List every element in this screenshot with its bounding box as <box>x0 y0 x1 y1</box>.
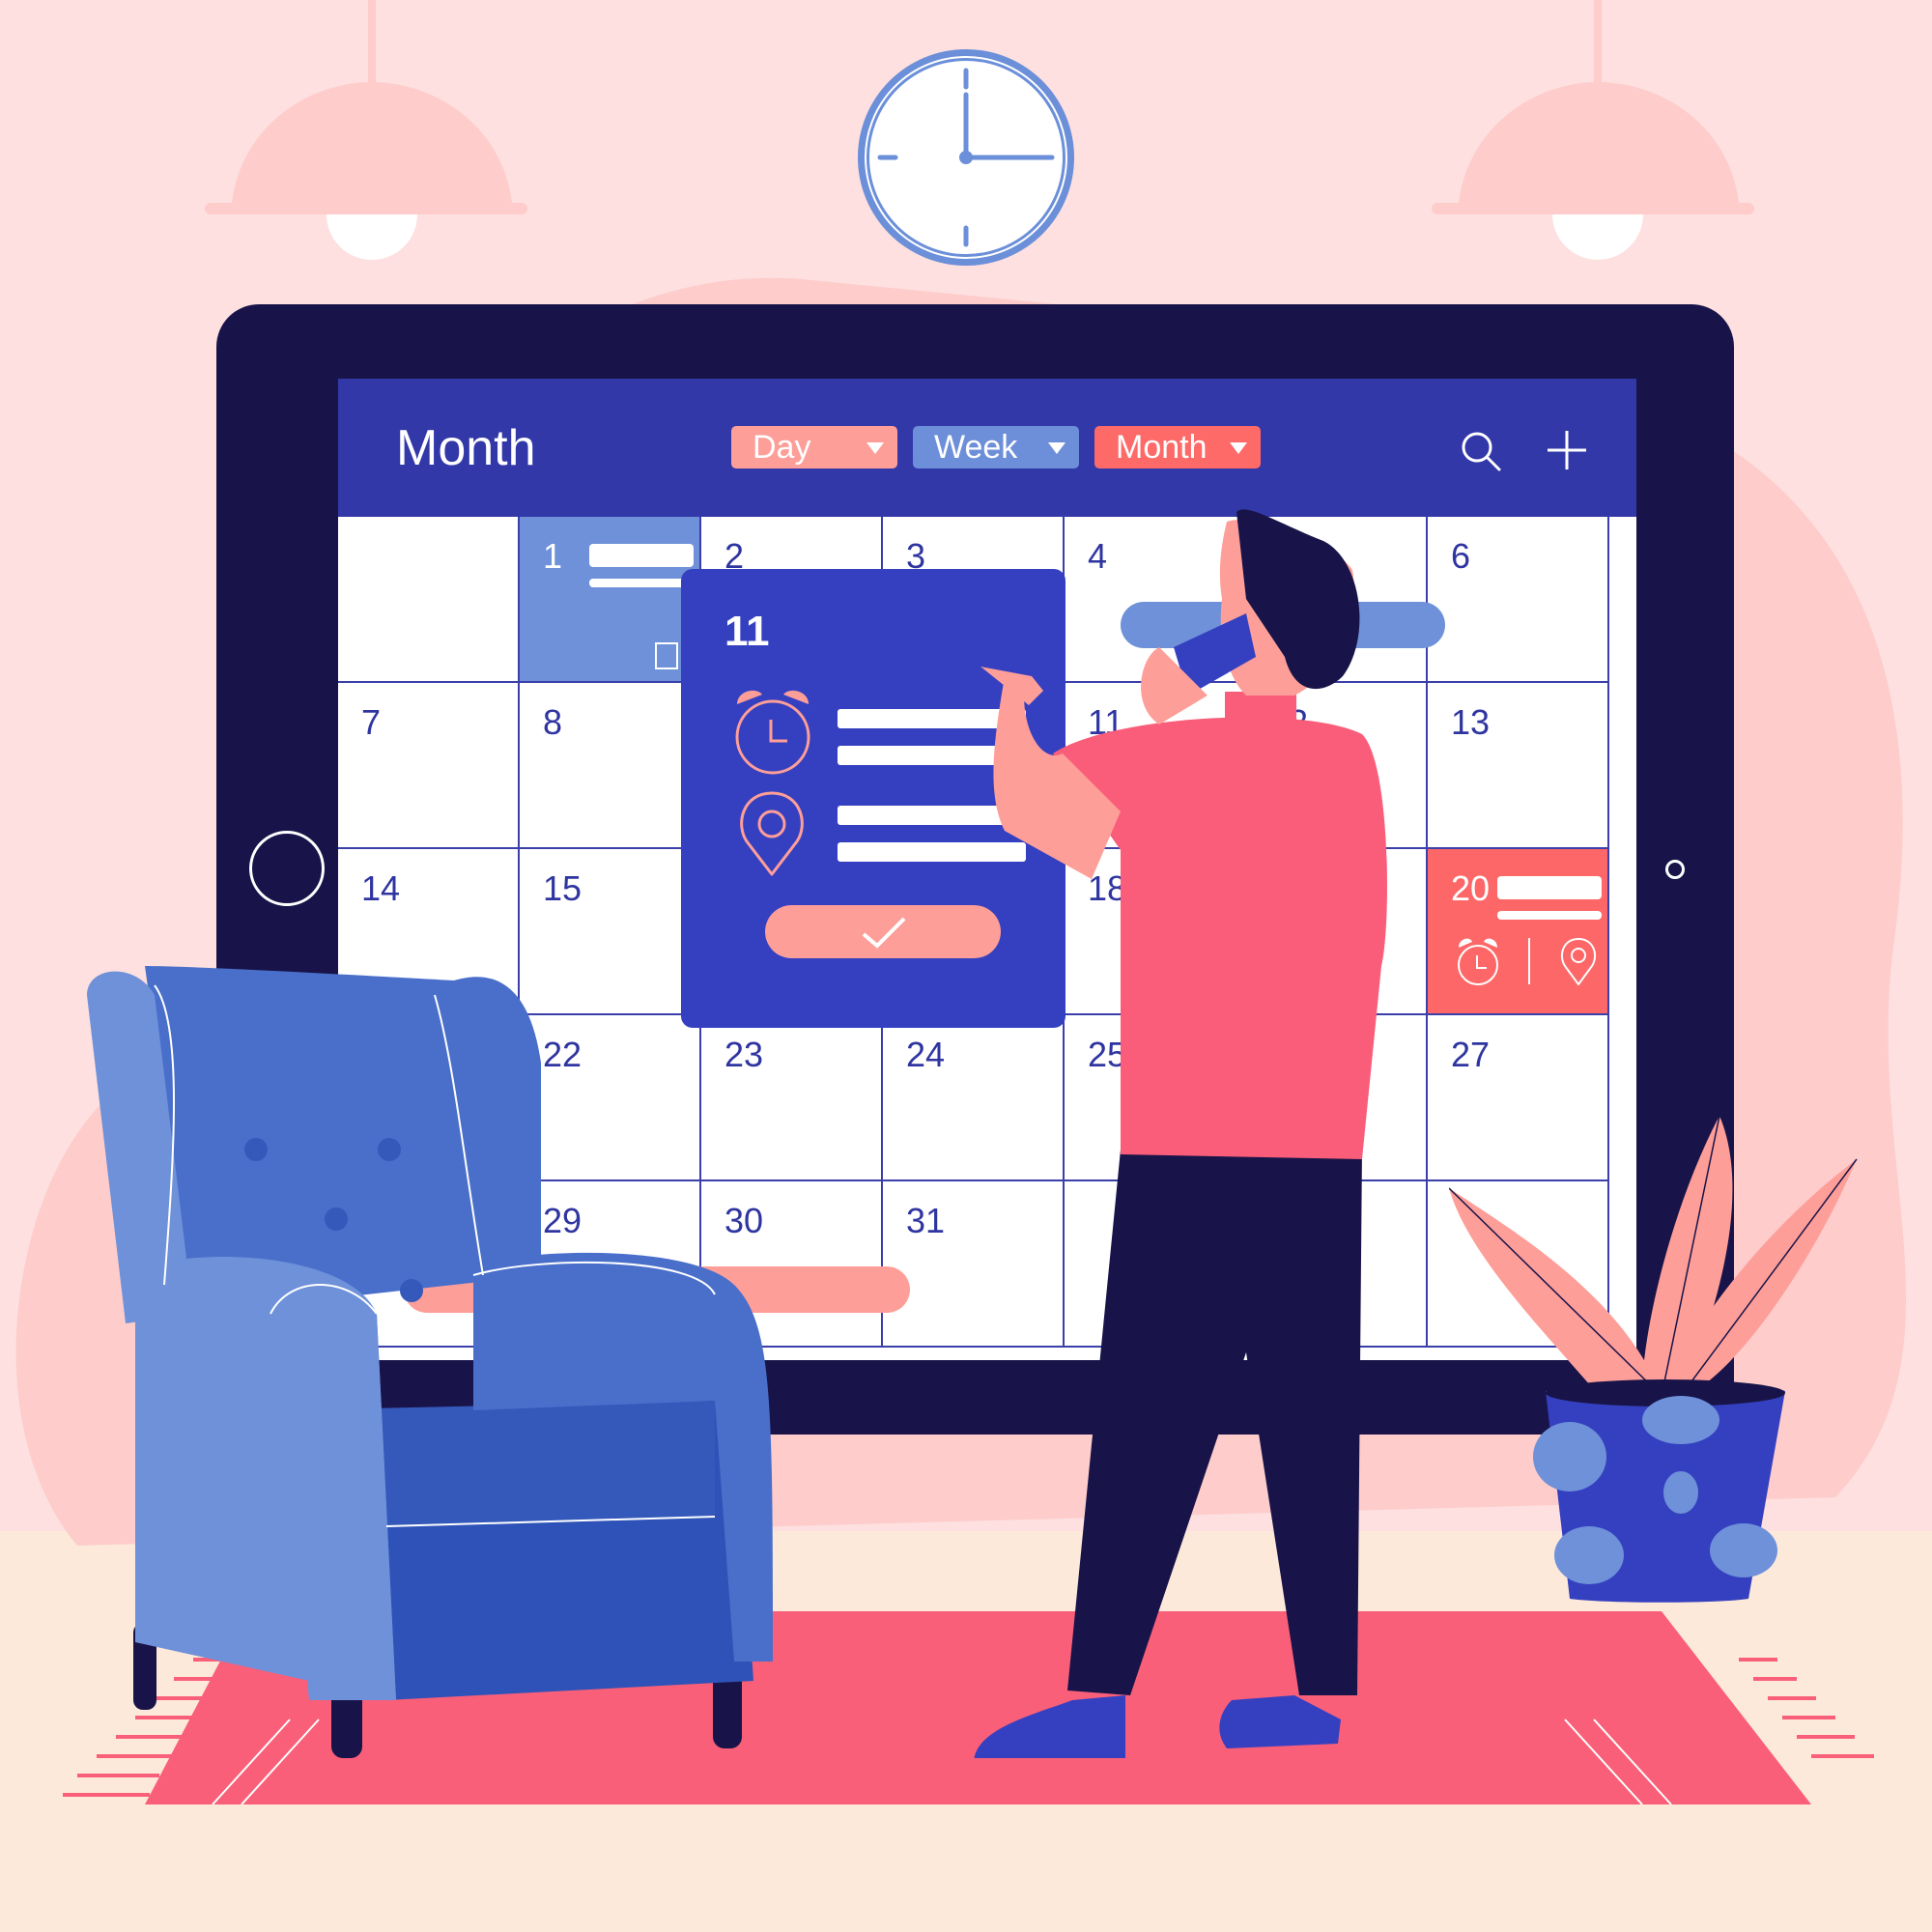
caret-down-icon <box>1230 442 1247 454</box>
view-month-label: Month <box>1116 429 1208 466</box>
event-title-line <box>589 544 694 567</box>
day-number: 27 <box>1451 1035 1491 1074</box>
potted-plant <box>1449 1115 1858 1603</box>
day-number: 14 <box>361 868 401 908</box>
view-day-button[interactable]: Day <box>731 426 897 469</box>
view-week-button[interactable]: Week <box>913 426 1079 469</box>
popup-day-number: 11 <box>724 608 770 655</box>
view-month-button[interactable]: Month <box>1094 426 1261 469</box>
day-number: 31 <box>906 1201 946 1240</box>
day-number: 7 <box>361 702 382 742</box>
day-number: 15 <box>543 868 582 908</box>
caret-down-icon <box>1048 442 1065 454</box>
lamp-left <box>205 0 527 260</box>
day-number: 8 <box>543 702 563 742</box>
calendar-day-cell[interactable]: 13 <box>1428 683 1609 849</box>
day-number: 13 <box>1451 702 1491 742</box>
plus-icon[interactable] <box>1546 429 1588 471</box>
tablet-home-button[interactable] <box>249 831 325 906</box>
calendar-day-cell[interactable]: 6 <box>1428 517 1609 683</box>
wall-clock <box>858 49 1074 266</box>
calendar-day-cell[interactable]: 20 <box>1428 849 1609 1015</box>
day-number: 24 <box>906 1035 946 1074</box>
event-checkbox[interactable] <box>655 642 678 669</box>
icon-divider <box>1528 938 1530 984</box>
man-on-phone <box>974 509 1387 1758</box>
event-title-line <box>1497 876 1602 899</box>
event-subtitle-line <box>1497 911 1602 920</box>
day-number: 1 <box>543 536 563 576</box>
app-header: Month Day Week Month <box>338 379 1636 517</box>
view-week-label: Week <box>934 429 1018 466</box>
alarm-clock-icon <box>735 690 810 775</box>
calendar-day-cell[interactable]: 7 <box>338 683 520 849</box>
search-icon[interactable] <box>1459 429 1503 473</box>
tablet-camera <box>1665 860 1685 879</box>
checkmark-icon <box>862 917 906 949</box>
page-title: Month <box>396 420 536 476</box>
day-number: 20 <box>1451 868 1491 908</box>
event-subtitle-line <box>589 579 694 587</box>
day-number: 6 <box>1451 536 1471 576</box>
location-pin-icon <box>740 791 804 876</box>
lamp-right <box>1432 0 1754 260</box>
calendar-day-cell[interactable]: 1 <box>520 517 701 683</box>
location-pin-icon <box>1560 938 1597 985</box>
caret-down-icon <box>867 442 884 454</box>
calendar-empty-cell <box>338 517 520 683</box>
view-day-label: Day <box>753 429 811 466</box>
armchair <box>87 966 773 1758</box>
alarm-clock-icon <box>1458 938 1498 985</box>
calendar-day-cell[interactable]: 8 <box>520 683 701 849</box>
